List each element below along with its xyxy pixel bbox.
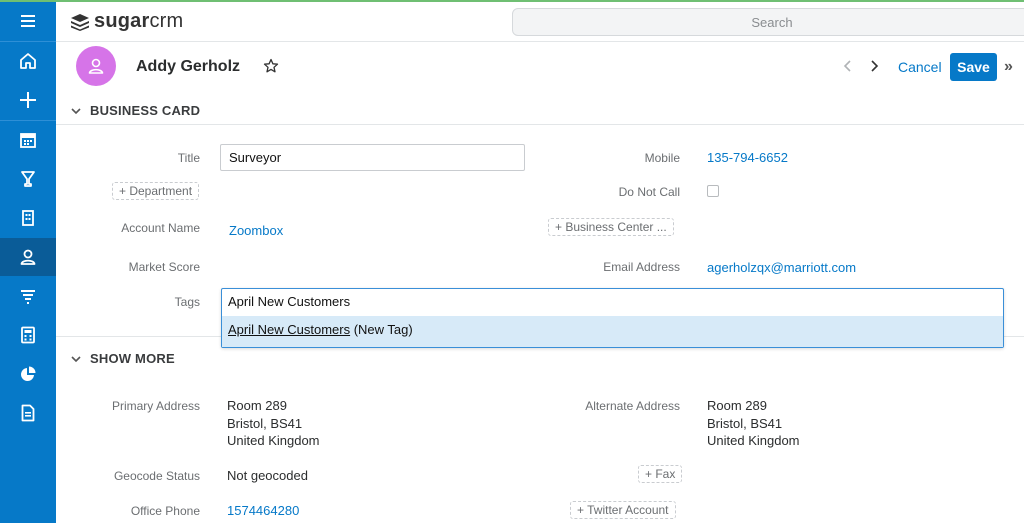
do-not-call-checkbox[interactable] — [707, 185, 719, 197]
menu-icon — [21, 15, 35, 27]
sugar-cube-icon — [71, 13, 89, 31]
sidebar-item-reports[interactable] — [0, 355, 56, 393]
email-address-label: Email Address — [603, 260, 680, 274]
record-name: Addy Gerholz — [136, 58, 241, 75]
show-more-section-title: SHOW MORE — [90, 351, 175, 366]
mobile-value[interactable]: 135-794-6652 — [707, 150, 788, 165]
add-department-button[interactable]: + Department — [112, 182, 200, 200]
email-address-value[interactable]: agerholzqx@marriott.com — [707, 260, 856, 275]
sidebar-item-documents[interactable] — [0, 394, 56, 432]
sidebar — [0, 2, 56, 523]
do-not-call-label: Do Not Call — [618, 185, 680, 199]
business-card-section-toggle[interactable]: BUSINESS CARD — [70, 103, 200, 118]
geocode-status-label: Geocode Status — [113, 469, 200, 483]
sidebar-item-quick-create[interactable] — [0, 81, 56, 119]
account-name-label: Account Name — [121, 221, 200, 235]
business-card-section-title: BUSINESS CARD — [90, 103, 201, 118]
cancel-button[interactable]: Cancel — [898, 59, 942, 75]
menu-button[interactable] — [0, 2, 56, 40]
account-name-value[interactable]: Zoombox — [229, 223, 283, 238]
logo-text: sugarcrm — [94, 10, 184, 32]
sidebar-item-home[interactable] — [0, 42, 56, 80]
primary-address-value[interactable]: Room 289 Bristol, BS41 United Kingdom — [227, 397, 320, 450]
next-record-chevron-icon[interactable] — [869, 59, 879, 73]
sidebar-item-calendar[interactable] — [0, 121, 56, 159]
section-divider — [56, 124, 1024, 125]
avatar[interactable] — [76, 46, 116, 86]
top-header: sugarcrm Search — [56, 2, 1024, 42]
opportunities-icon — [21, 171, 35, 187]
title-label: Title — [177, 151, 200, 165]
chevron-down-icon — [71, 355, 81, 362]
mobile-label: Mobile — [644, 151, 680, 165]
office-phone-value[interactable]: 1574464280 — [227, 503, 299, 518]
contacts-icon — [20, 249, 36, 265]
alternate-address-line: Room 289 — [707, 398, 767, 413]
sidebar-item-opportunities[interactable] — [0, 160, 56, 198]
pie-chart-icon — [21, 366, 36, 381]
add-fax-button[interactable]: + Fax — [638, 465, 683, 483]
home-icon — [20, 53, 36, 69]
tags-input[interactable]: April New Customers — [228, 294, 350, 309]
calculator-icon — [21, 326, 35, 344]
primary-address-line: United Kingdom — [227, 433, 320, 448]
plus-icon — [20, 92, 36, 108]
sidebar-item-leads[interactable] — [0, 277, 56, 315]
expand-panel-button[interactable]: » — [1004, 58, 1013, 76]
alternate-address-value[interactable]: Room 289 Bristol, BS41 United Kingdom — [707, 397, 800, 450]
chevron-down-icon — [71, 107, 81, 114]
search-placeholder: Search — [751, 15, 793, 30]
title-field[interactable]: Surveyor — [220, 144, 525, 171]
sidebar-item-accounts[interactable] — [0, 199, 56, 237]
primary-address-label: Primary Address — [111, 399, 200, 413]
contact-avatar-icon — [88, 58, 104, 74]
primary-address-line: Room 289 — [227, 398, 287, 413]
alternate-address-line: Bristol, BS41 — [707, 415, 783, 431]
alternate-address-line: United Kingdom — [707, 433, 800, 448]
global-search-input[interactable]: Search — [512, 8, 1024, 36]
tags-suggestion-text: April New Customers — [228, 322, 351, 337]
add-business-center-button[interactable]: + Business Center ... — [548, 218, 674, 236]
sidebar-item-quotes[interactable] — [0, 316, 56, 354]
sugarcrm-logo[interactable]: sugarcrm — [70, 10, 183, 33]
sidebar-item-contacts[interactable] — [0, 238, 56, 276]
filter-icon — [21, 290, 35, 304]
tags-suggestion-option[interactable]: April New Customers (New Tag) — [222, 316, 1003, 347]
primary-address-line: Bristol, BS41 — [227, 415, 303, 431]
tags-label: Tags — [174, 295, 200, 309]
show-more-section-toggle[interactable]: SHOW MORE — [70, 351, 175, 366]
market-score-label: Market Score — [128, 260, 200, 274]
geocode-status-value: Not geocoded — [227, 468, 308, 483]
tags-suggestion-suffix: (New Tag) — [350, 322, 413, 337]
add-twitter-account-button[interactable]: + Twitter Account — [570, 501, 676, 519]
tags-field[interactable]: April New Customers April New Customers … — [221, 288, 1004, 348]
document-icon — [21, 404, 35, 422]
office-phone-label: Office Phone — [130, 504, 200, 518]
record-header: Addy Gerholz Cancel Save » — [56, 42, 1024, 92]
save-button[interactable]: Save — [950, 53, 997, 81]
alternate-address-label: Alternate Address — [585, 399, 680, 413]
calendar-icon — [20, 133, 36, 148]
favorite-star-icon[interactable] — [263, 58, 279, 74]
previous-record-chevron-icon[interactable] — [843, 59, 853, 73]
building-icon — [22, 210, 34, 226]
